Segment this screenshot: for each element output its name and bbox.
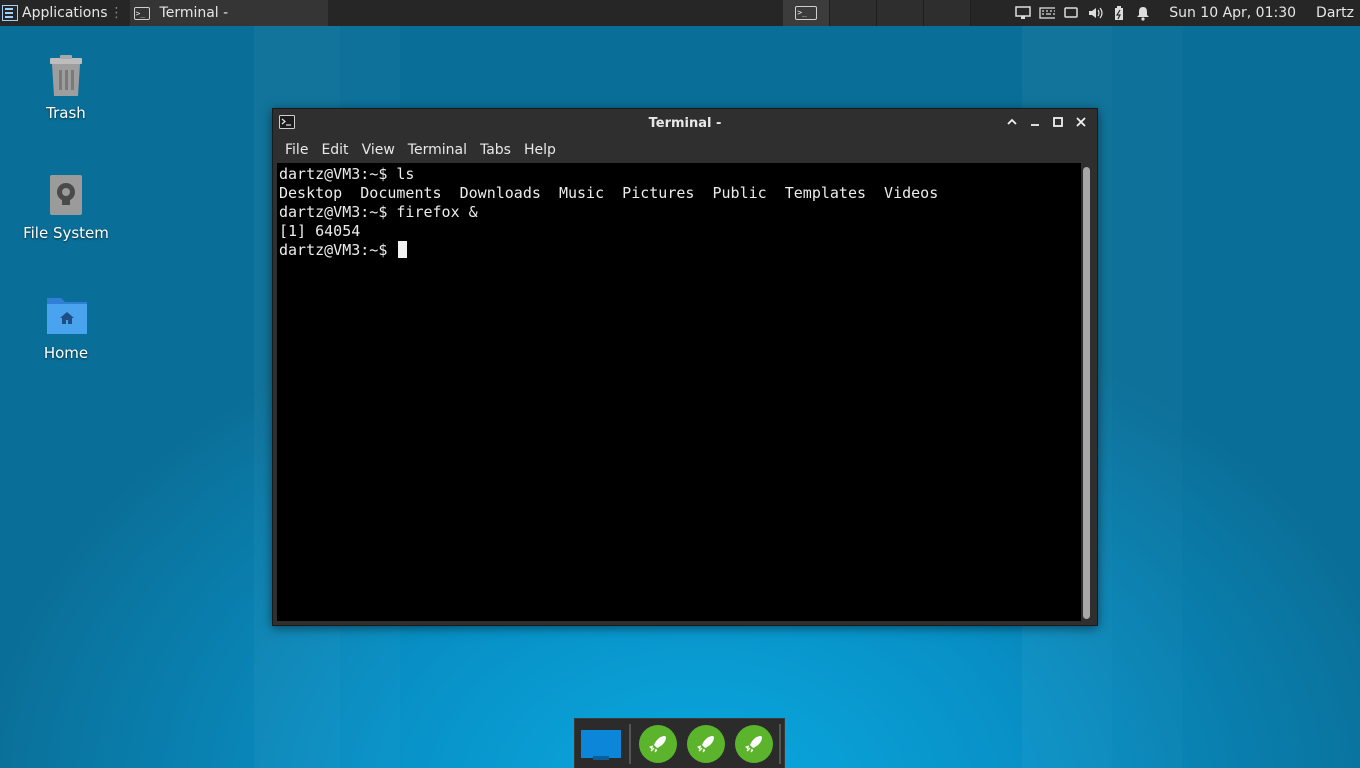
terminal-line: [1] 64054 [279, 222, 361, 240]
panel-separator: ⋮ [109, 5, 124, 21]
display-icon[interactable] [1063, 5, 1079, 21]
desktop-icon-home[interactable]: Home [11, 294, 121, 362]
applications-menu-label: Applications [22, 5, 108, 21]
drive-icon [46, 174, 86, 218]
applications-menu-button[interactable]: Applications ⋮ [0, 0, 128, 26]
workspace-1[interactable]: >_ [783, 0, 831, 26]
terminal-line: dartz@VM3:~$ firefox & [279, 203, 478, 221]
scrollbar-thumb[interactable] [1083, 167, 1090, 619]
workspace-4[interactable] [924, 0, 972, 26]
shade-button[interactable] [1003, 113, 1020, 131]
window-menubar: File Edit View Terminal Tabs Help [273, 137, 1097, 163]
terminal-window: Terminal - File Edit View Terminal Tabs … [272, 108, 1098, 626]
launcher-rocket-icon[interactable] [639, 724, 677, 763]
network-icon[interactable] [1015, 5, 1031, 21]
menu-edit[interactable]: Edit [315, 142, 354, 158]
home-folder-icon [46, 294, 87, 338]
menu-terminal[interactable]: Terminal [402, 142, 473, 158]
terminal-icon [279, 115, 295, 133]
terminal-prompt: dartz@VM3:~$ [279, 241, 397, 259]
minimize-button[interactable] [1026, 113, 1043, 131]
desktop-icon-trash[interactable]: Trash [11, 54, 121, 122]
keyboard-icon[interactable] [1039, 5, 1056, 21]
window-titlebar[interactable]: Terminal - [273, 109, 1097, 137]
volume-icon[interactable] [1087, 5, 1103, 21]
applications-menu-icon [2, 5, 18, 21]
text-cursor [398, 241, 408, 258]
notification-bell-icon[interactable] [1135, 5, 1151, 21]
panel-clock[interactable]: Sun 10 Apr, 01:30 [1169, 5, 1296, 21]
dock-separator [779, 723, 781, 764]
menu-help[interactable]: Help [518, 142, 562, 158]
menu-file[interactable]: File [279, 142, 314, 158]
window-title: Terminal - [648, 115, 722, 131]
terminal-text: dartz@VM3:~$ ls Desktop Documents Downlo… [279, 165, 938, 260]
menu-tabs[interactable]: Tabs [474, 142, 517, 158]
trash-icon [46, 54, 86, 98]
terminal-line: dartz@VM3:~$ ls [279, 165, 415, 183]
top-panel: Applications ⋮ >_ Terminal - >_ Sun 10 A… [0, 0, 1360, 26]
maximize-button[interactable] [1049, 113, 1066, 131]
launcher-rocket-icon[interactable] [735, 724, 773, 763]
desktop-icon-label: Trash [46, 104, 86, 122]
close-button[interactable] [1072, 113, 1089, 131]
show-desktop-icon[interactable] [581, 729, 621, 760]
workspace-2[interactable] [830, 0, 878, 26]
terminal-line: Desktop Documents Downloads Music Pictur… [279, 184, 939, 202]
menu-view[interactable]: View [356, 142, 401, 158]
terminal-icon: >_ [133, 6, 150, 20]
launcher-rocket-icon[interactable] [687, 724, 725, 763]
terminal-icon: >_ [795, 6, 818, 20]
system-tray: Sun 10 Apr, 01:30 Dartz [1015, 0, 1360, 26]
workspace-switcher: >_ [783, 0, 972, 26]
battery-icon[interactable] [1111, 5, 1127, 21]
window-controls [1003, 113, 1089, 131]
desktop-icon-label: File System [23, 224, 109, 242]
bottom-dock [574, 718, 785, 768]
desktop-icon-file-system[interactable]: File System [11, 174, 121, 242]
terminal-output[interactable]: dartz@VM3:~$ ls Desktop Documents Downlo… [277, 163, 1081, 621]
terminal-scrollbar[interactable] [1083, 165, 1090, 621]
desktop-icon-label: Home [43, 344, 89, 362]
dock-separator [629, 723, 631, 764]
user-menu[interactable]: Dartz [1316, 5, 1354, 21]
workspace-3[interactable] [877, 0, 925, 26]
taskbar-terminal-button[interactable]: >_ Terminal - [129, 0, 328, 26]
taskbar-terminal-label: Terminal - [159, 5, 229, 21]
